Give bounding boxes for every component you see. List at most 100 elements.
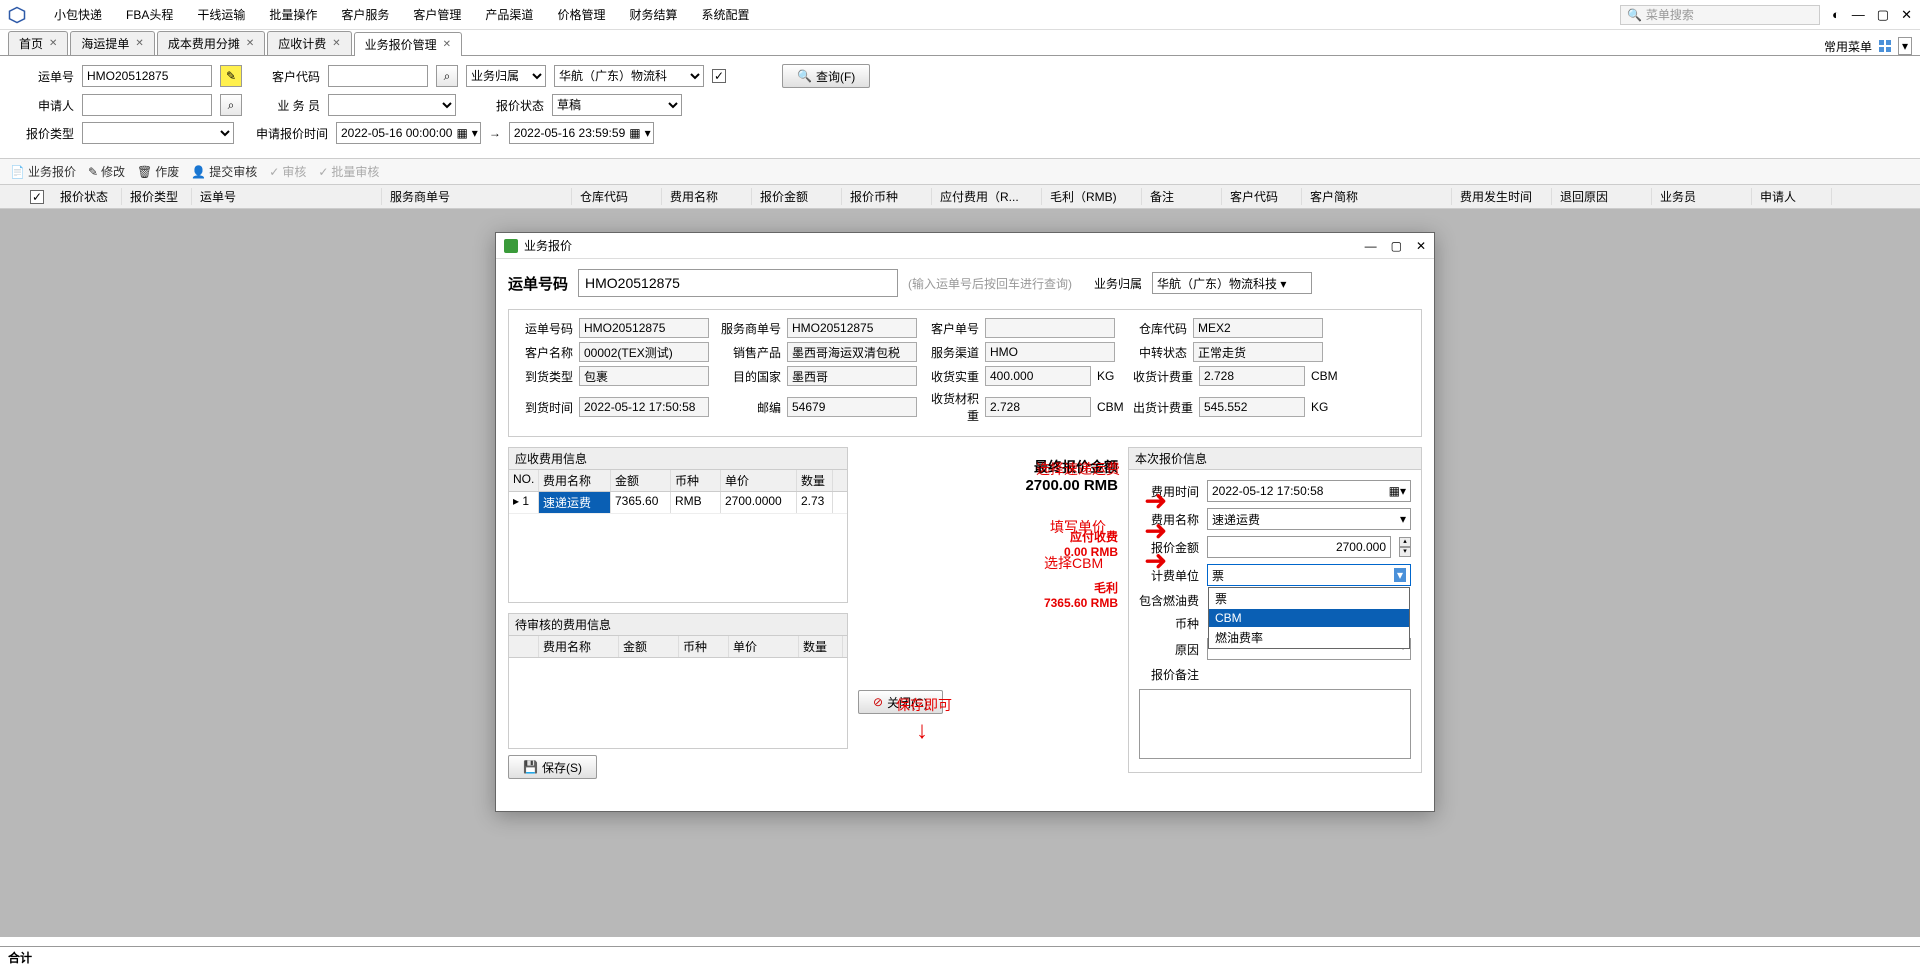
applicant-lookup-icon[interactable]: ⌕: [220, 94, 242, 116]
tab[interactable]: 应收计费✕: [267, 31, 351, 55]
recv-table-row[interactable]: ▸ 1 速递运费 7365.60 RMB 2700.0000 2.73: [509, 492, 847, 514]
tab-close-icon[interactable]: ✕: [246, 38, 254, 49]
recv-col-header: 费用名称: [539, 470, 611, 491]
dlg-belong-select[interactable]: 华航（广东）物流科技 ▾: [1152, 272, 1312, 294]
sales-select[interactable]: [328, 94, 456, 116]
tab[interactable]: 首页✕: [8, 31, 68, 55]
date-to-input[interactable]: 2022-05-16 23:59:59▦▾: [509, 122, 654, 144]
action-业务报价[interactable]: 📄业务报价: [10, 163, 76, 180]
dlg-search-input[interactable]: [578, 269, 898, 297]
grid-col-header[interactable]: 客户简称: [1302, 188, 1452, 205]
info-post: 54679: [787, 397, 917, 417]
grid-col-header[interactable]: 应付费用（R...: [932, 188, 1042, 205]
pend-col-header: 单价: [729, 636, 799, 657]
pend-col-header: 币种: [679, 636, 729, 657]
status-select[interactable]: 草稿: [552, 94, 682, 116]
info-goodstype: 包裹: [579, 366, 709, 386]
action-审核: ✓审核: [269, 163, 306, 180]
waybill-lookup-icon[interactable]: ✎: [220, 65, 242, 87]
grid-col-header[interactable]: 业务员: [1652, 188, 1752, 205]
calendar-icon: ▦: [629, 126, 640, 140]
menu-item[interactable]: 系统配置: [701, 6, 749, 23]
custcode-input[interactable]: [328, 65, 428, 87]
grid-col-header[interactable]: 服务商单号: [382, 188, 572, 205]
dialog-minimize-icon[interactable]: —: [1365, 239, 1377, 253]
action-修改[interactable]: ✎修改: [88, 163, 125, 180]
info-custname: 00002(TEX测试): [579, 342, 709, 362]
tabs-dropdown-icon[interactable]: ▾: [1898, 37, 1912, 55]
grid-col-header[interactable]: 仓库代码: [572, 188, 662, 205]
custcode-lookup-icon[interactable]: ⌕: [436, 65, 458, 87]
action-提交审核[interactable]: 👤提交审核: [191, 163, 257, 180]
query-button[interactable]: 🔍查询(F): [782, 64, 870, 88]
menu-search-input[interactable]: 🔍 菜单搜索: [1620, 5, 1820, 25]
menu-item[interactable]: FBA头程: [126, 6, 173, 23]
grid-col-header[interactable]: 报价状态: [52, 188, 122, 205]
fee-time-input[interactable]: 2022-05-12 17:50:58▦▾: [1207, 480, 1411, 502]
quote-dialog: 业务报价 — ▢ ✕ 运单号码 (输入运单号后按回车进行查询) 业务归属 华航（…: [495, 232, 1435, 812]
quote-section-title: 本次报价信息: [1128, 447, 1422, 470]
tab-close-icon[interactable]: ✕: [135, 38, 143, 49]
fee-name-select[interactable]: 速递运费▾: [1207, 508, 1411, 530]
dropdown-option[interactable]: 票: [1209, 588, 1409, 609]
help-icon[interactable]: ◐: [1832, 7, 1840, 22]
grid-col-header[interactable]: 费用发生时间: [1452, 188, 1552, 205]
grid-col-header[interactable]: 备注: [1142, 188, 1222, 205]
pend-table: 费用名称金额币种单价数量: [508, 635, 848, 749]
custcode-label: 客户代码: [250, 68, 320, 85]
waybill-input[interactable]: [82, 65, 212, 87]
tab-close-icon[interactable]: ✕: [332, 38, 340, 49]
grid-col-header[interactable]: 报价币种: [842, 188, 932, 205]
close-button[interactable]: ⊘关闭(C): [858, 690, 943, 714]
menu-item[interactable]: 小包快递: [54, 6, 102, 23]
tab[interactable]: 成本费用分摊✕: [157, 31, 265, 55]
billing-unit-select[interactable]: 票▾ 票CBM燃油费率: [1207, 564, 1411, 586]
type-select[interactable]: [82, 122, 234, 144]
maximize-icon[interactable]: ▢: [1877, 7, 1889, 23]
applicant-input[interactable]: [82, 94, 212, 116]
menu-item[interactable]: 价格管理: [557, 6, 605, 23]
grid-col-header[interactable]: 毛利（RMB): [1042, 188, 1142, 205]
fee-amount-input[interactable]: [1207, 536, 1391, 558]
belong-select[interactable]: 华航（广东）物流科: [554, 65, 704, 87]
info-grid: 运单号码HMO20512875 服务商单号HMO20512875 客户单号 仓库…: [508, 309, 1422, 437]
grid-col-header[interactable]: 退回原因: [1552, 188, 1652, 205]
date-from-input[interactable]: 2022-05-16 00:00:00▦▾: [336, 122, 481, 144]
grid-col-header[interactable]: 报价类型: [122, 188, 192, 205]
tab-close-icon[interactable]: ✕: [443, 39, 451, 50]
belong-checkbox[interactable]: ✓: [712, 69, 726, 83]
menu-item[interactable]: 干线运输: [197, 6, 245, 23]
dialog-maximize-icon[interactable]: ▢: [1391, 239, 1402, 253]
tab[interactable]: 业务报价管理✕: [354, 32, 462, 56]
belong-type-select[interactable]: 业务归属: [466, 65, 546, 87]
grid-col-header[interactable]: 费用名称: [662, 188, 752, 205]
tab-close-icon[interactable]: ✕: [49, 38, 57, 49]
tabs-right-label[interactable]: 常用菜单: [1824, 38, 1872, 55]
amount-spinner[interactable]: ▴▾: [1399, 537, 1411, 557]
save-button[interactable]: 💾保存(S): [508, 755, 597, 779]
grid-icon[interactable]: [1878, 39, 1892, 53]
type-label: 报价类型: [14, 125, 74, 142]
menu-item[interactable]: 客户管理: [413, 6, 461, 23]
menu-item[interactable]: 批量操作: [269, 6, 317, 23]
dropdown-option[interactable]: 燃油费率: [1209, 627, 1409, 648]
grid-col-header[interactable]: 运单号: [192, 188, 382, 205]
grid-select-all-checkbox[interactable]: ✓: [30, 190, 44, 204]
tab[interactable]: 海运提单✕: [70, 31, 154, 55]
filter-panel: 运单号 ✎ 客户代码 ⌕ 业务归属 华航（广东）物流科 ✓ 🔍查询(F) 申请人…: [0, 56, 1920, 159]
dlg-belong-label: 业务归属: [1094, 275, 1142, 292]
waybill-label: 运单号: [14, 68, 74, 85]
grid-col-header[interactable]: 客户代码: [1222, 188, 1302, 205]
dropdown-option[interactable]: CBM: [1209, 609, 1409, 627]
grid-col-header[interactable]: 申请人: [1752, 188, 1832, 205]
dialog-close-icon[interactable]: ✕: [1416, 239, 1426, 253]
remark-textarea[interactable]: [1139, 689, 1411, 759]
applytime-label: 申请报价时间: [242, 125, 328, 142]
minimize-icon[interactable]: —: [1852, 7, 1865, 22]
close-icon[interactable]: ✕: [1901, 7, 1912, 23]
menu-item[interactable]: 产品渠道: [485, 6, 533, 23]
menu-item[interactable]: 客户服务: [341, 6, 389, 23]
grid-col-header[interactable]: 报价金额: [752, 188, 842, 205]
menu-item[interactable]: 财务结算: [629, 6, 677, 23]
action-作废[interactable]: 🗑作废: [137, 163, 179, 180]
